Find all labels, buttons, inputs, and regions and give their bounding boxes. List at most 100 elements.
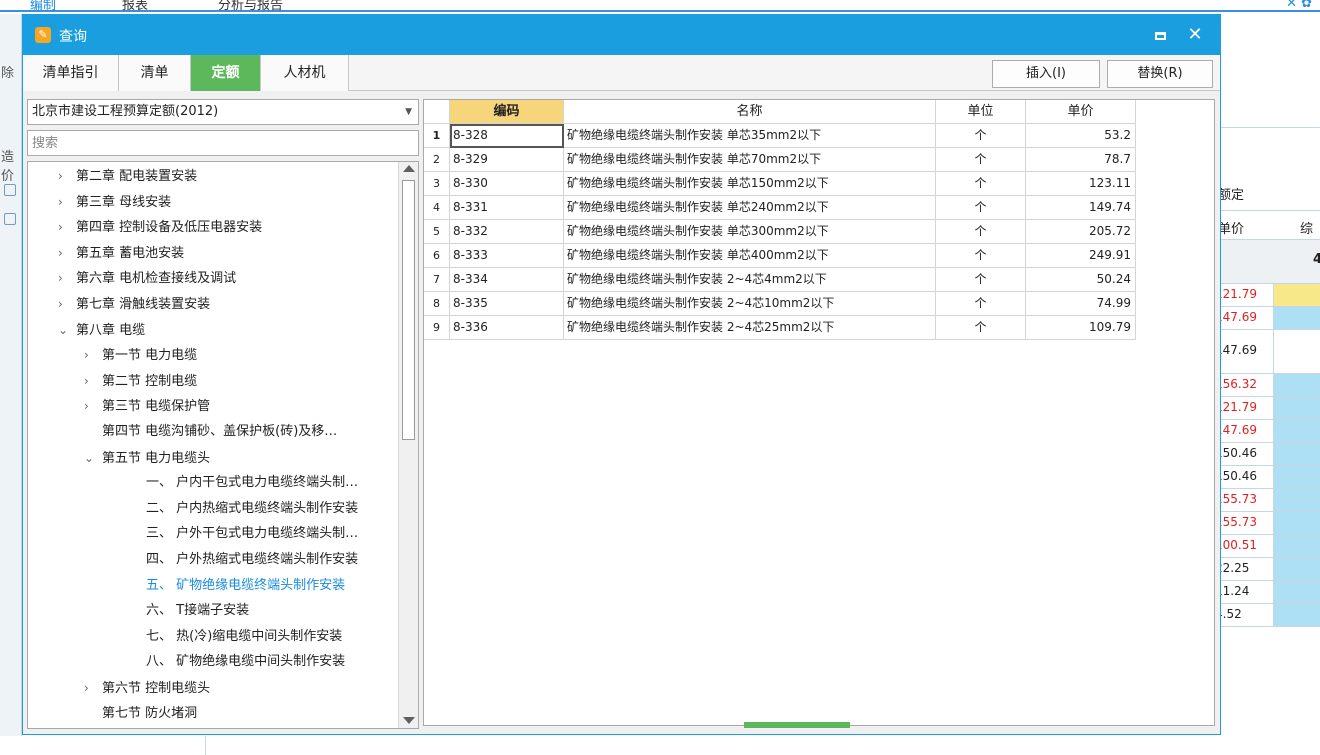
cell-idx[interactable]: 2: [424, 148, 450, 172]
cell-unit[interactable]: 个: [936, 172, 1026, 196]
cell-price[interactable]: 123.11: [1026, 172, 1136, 196]
cell-name[interactable]: 矿物绝缘电缆终端头制作安装 单芯400mm2以下: [564, 244, 936, 268]
cell-code[interactable]: 8-331: [450, 196, 564, 220]
tree-scrollbar[interactable]: [398, 162, 418, 728]
chevron-right-icon[interactable]: ›: [58, 164, 76, 188]
table-row[interactable]: 3 8-330 矿物绝缘电缆终端头制作安装 单芯150mm2以下个 123.11: [424, 172, 1136, 196]
close-button[interactable]: ✕: [1183, 23, 1207, 47]
table-row[interactable]: 8 8-335 矿物绝缘电缆终端头制作安装 2~4芯10mm2以下个 74.99: [424, 292, 1136, 316]
right-value-cell[interactable]: 22.25: [1212, 558, 1274, 580]
cell-name[interactable]: 矿物绝缘电缆终端头制作安装 2~4芯4mm2以下: [564, 268, 936, 292]
table-row[interactable]: 5 8-332 矿物绝缘电缆终端头制作安装 单芯300mm2以下个 205.72: [424, 220, 1136, 244]
table-row[interactable]: 1 8-328 矿物绝缘电缆终端头制作安装 单芯35mm2以下个 53.2: [424, 124, 1136, 148]
right-fill-cell[interactable]: [1274, 558, 1320, 580]
cell-code[interactable]: 8-328: [450, 124, 564, 148]
tree-item[interactable]: › 第三节 电缆保护管: [84, 394, 210, 418]
right-value-cell[interactable]: 155.73: [1212, 489, 1274, 511]
cell-idx[interactable]: 4: [424, 196, 450, 220]
menu-tab-reports[interactable]: 报表: [122, 0, 148, 13]
scroll-down-icon[interactable]: [403, 717, 415, 724]
grid-header-unit[interactable]: 单位: [936, 100, 1026, 124]
tree-item[interactable]: 七、 热(冷)缩电缆中间头制作安装: [128, 625, 342, 649]
cell-unit[interactable]: 个: [936, 268, 1026, 292]
right-value-cell[interactable]: 147.69: [1212, 330, 1274, 373]
cell-unit[interactable]: 个: [936, 220, 1026, 244]
cell-unit[interactable]: 个: [936, 292, 1026, 316]
corner-close-icon[interactable]: ✕ ✿: [1286, 0, 1312, 11]
scroll-thumb[interactable]: [402, 180, 415, 440]
right-value-cell[interactable]: 156.32: [1212, 374, 1274, 396]
right-value-cell[interactable]: 4.52: [1212, 604, 1274, 626]
chevron-right-icon[interactable]: ›: [84, 369, 102, 393]
cell-name[interactable]: 矿物绝缘电缆终端头制作安装 单芯240mm2以下: [564, 196, 936, 220]
tree-item[interactable]: › 第一节 电力电缆: [84, 343, 197, 367]
tree-item[interactable]: 第四节 电缆沟铺砂、盖保护板(砖)及移…: [84, 420, 337, 444]
cell-price[interactable]: 50.24: [1026, 268, 1136, 292]
cell-name[interactable]: 矿物绝缘电缆终端头制作安装 单芯35mm2以下: [564, 124, 936, 148]
insert-button[interactable]: 插入(I): [992, 60, 1100, 88]
maximize-button[interactable]: [1153, 27, 1169, 43]
chevron-right-icon[interactable]: ›: [84, 676, 102, 700]
right-fill-cell[interactable]: [1274, 535, 1320, 557]
tab-bill[interactable]: 清单: [119, 55, 191, 91]
cell-code[interactable]: 8-329: [450, 148, 564, 172]
right-fill-cell[interactable]: [1274, 443, 1320, 465]
right-fill-cell[interactable]: [1274, 284, 1320, 306]
table-row[interactable]: 2 8-329 矿物绝缘电缆终端头制作安装 单芯70mm2以下个 78.7: [424, 148, 1136, 172]
cell-price[interactable]: 149.74: [1026, 196, 1136, 220]
cell-name[interactable]: 矿物绝缘电缆终端头制作安装 单芯70mm2以下: [564, 148, 936, 172]
right-fill-cell[interactable]: [1274, 466, 1320, 488]
table-row[interactable]: 6 8-333 矿物绝缘电缆终端头制作安装 单芯400mm2以下个 249.91: [424, 244, 1136, 268]
tree-item[interactable]: ⌄ 第五节 电力电缆头: [84, 446, 210, 470]
right-value-cell[interactable]: 147.69: [1212, 420, 1274, 442]
table-row[interactable]: 9 8-336 矿物绝缘电缆终端头制作安装 2~4芯25mm2以下个 109.79: [424, 316, 1136, 340]
cell-idx[interactable]: 7: [424, 268, 450, 292]
tree-item[interactable]: › 第三章 母线安装: [58, 190, 171, 214]
cell-idx[interactable]: 9: [424, 316, 450, 340]
tree-item[interactable]: › 第二节 控制电缆: [84, 369, 197, 393]
right-fill-cell[interactable]: [1274, 489, 1320, 511]
tree-item[interactable]: › 第二章 配电装置安装: [58, 164, 197, 188]
chevron-right-icon[interactable]: ›: [58, 292, 76, 316]
tree-item[interactable]: 二、 户内热缩式电缆终端头制作安装: [128, 497, 358, 521]
right-fill-cell[interactable]: [1274, 581, 1320, 603]
right-fill-cell[interactable]: [1274, 397, 1320, 419]
tree-item[interactable]: 一、 户内干包式电力电缆终端头制…: [128, 471, 358, 495]
grid-header-code[interactable]: 编码: [450, 100, 564, 124]
cell-name[interactable]: 矿物绝缘电缆终端头制作安装 2~4芯25mm2以下: [564, 316, 936, 340]
right-value-cell[interactable]: 121.79: [1212, 397, 1274, 419]
tab-bill-guide[interactable]: 清单指引: [23, 55, 119, 91]
right-fill-cell[interactable]: [1274, 330, 1320, 373]
cell-code[interactable]: 8-333: [450, 244, 564, 268]
tree-item[interactable]: 五、 矿物绝缘电缆终端头制作安装: [128, 574, 345, 598]
chevron-right-icon[interactable]: ›: [84, 394, 102, 418]
table-row[interactable]: 4 8-331 矿物绝缘电缆终端头制作安装 单芯240mm2以下个 149.74: [424, 196, 1136, 220]
table-row[interactable]: 7 8-334 矿物绝缘电缆终端头制作安装 2~4芯4mm2以下个 50.24: [424, 268, 1136, 292]
right-fill-cell[interactable]: [1274, 420, 1320, 442]
chevron-right-icon[interactable]: ›: [58, 190, 76, 214]
chevron-down-icon[interactable]: ⌄: [84, 446, 102, 470]
chevron-right-icon[interactable]: ›: [58, 215, 76, 239]
chevron-right-icon[interactable]: ›: [58, 241, 76, 265]
right-value-cell[interactable]: 147.69: [1212, 307, 1274, 329]
tab-labor-material-machine[interactable]: 人材机: [261, 55, 349, 91]
cell-price[interactable]: 78.7: [1026, 148, 1136, 172]
right-value-cell[interactable]: 150.46: [1212, 443, 1274, 465]
cell-price[interactable]: 249.91: [1026, 244, 1136, 268]
cell-idx[interactable]: 8: [424, 292, 450, 316]
cell-unit[interactable]: 个: [936, 244, 1026, 268]
cell-unit[interactable]: 个: [936, 196, 1026, 220]
cell-price[interactable]: 109.79: [1026, 316, 1136, 340]
cell-unit[interactable]: 个: [936, 124, 1026, 148]
tree-item[interactable]: › 第五章 蓄电池安装: [58, 241, 184, 265]
tree-item[interactable]: › 第六节 控制电缆头: [84, 676, 210, 700]
cell-code[interactable]: 8-332: [450, 220, 564, 244]
tree-item[interactable]: 八、 矿物绝缘电缆中间头制作安装: [128, 650, 345, 674]
cell-code[interactable]: 8-335: [450, 292, 564, 316]
tree-item[interactable]: ⌄ 第八章 电缆: [58, 318, 145, 342]
menu-tab-analysis[interactable]: 分析与报告: [218, 0, 283, 13]
cell-price[interactable]: 53.2: [1026, 124, 1136, 148]
tree-item[interactable]: 三、 户外干包式电力电缆终端头制…: [128, 522, 358, 546]
menu-tab-edit[interactable]: 编制: [30, 0, 56, 13]
right-fill-cell[interactable]: [1274, 307, 1320, 329]
